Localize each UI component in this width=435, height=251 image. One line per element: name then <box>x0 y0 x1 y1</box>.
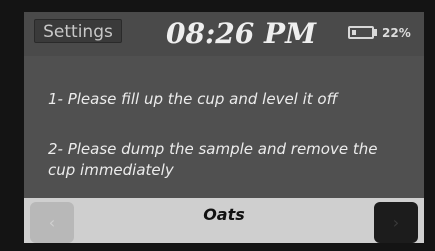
chevron-left-icon: ‹ <box>48 213 56 232</box>
next-button[interactable]: › <box>374 202 418 243</box>
settings-button[interactable]: Settings <box>34 19 122 43</box>
touch-screen: Settings 08:26 PM 22% 1- Please fill up … <box>24 12 424 243</box>
battery-percent: 22% <box>382 26 411 40</box>
chevron-right-icon: › <box>392 213 400 232</box>
product-name: Oats <box>203 205 245 224</box>
instruction-step-2: 2- Please dump the sample and remove the… <box>48 140 378 179</box>
battery-tip <box>374 29 377 36</box>
battery-icon <box>348 26 374 39</box>
product-footer: ‹ Oats › <box>24 198 424 243</box>
device-bezel: Settings 08:26 PM 22% 1- Please fill up … <box>0 0 435 251</box>
previous-button[interactable]: ‹ <box>30 202 74 243</box>
battery-level-fill <box>352 30 356 35</box>
instruction-step-1: 1- Please fill up the cup and level it o… <box>48 90 338 108</box>
clock-time: 08:26 PM <box>166 17 317 50</box>
status-header: Settings 08:26 PM 22% <box>24 12 424 56</box>
instructions-panel: 1- Please fill up the cup and level it o… <box>24 56 424 196</box>
